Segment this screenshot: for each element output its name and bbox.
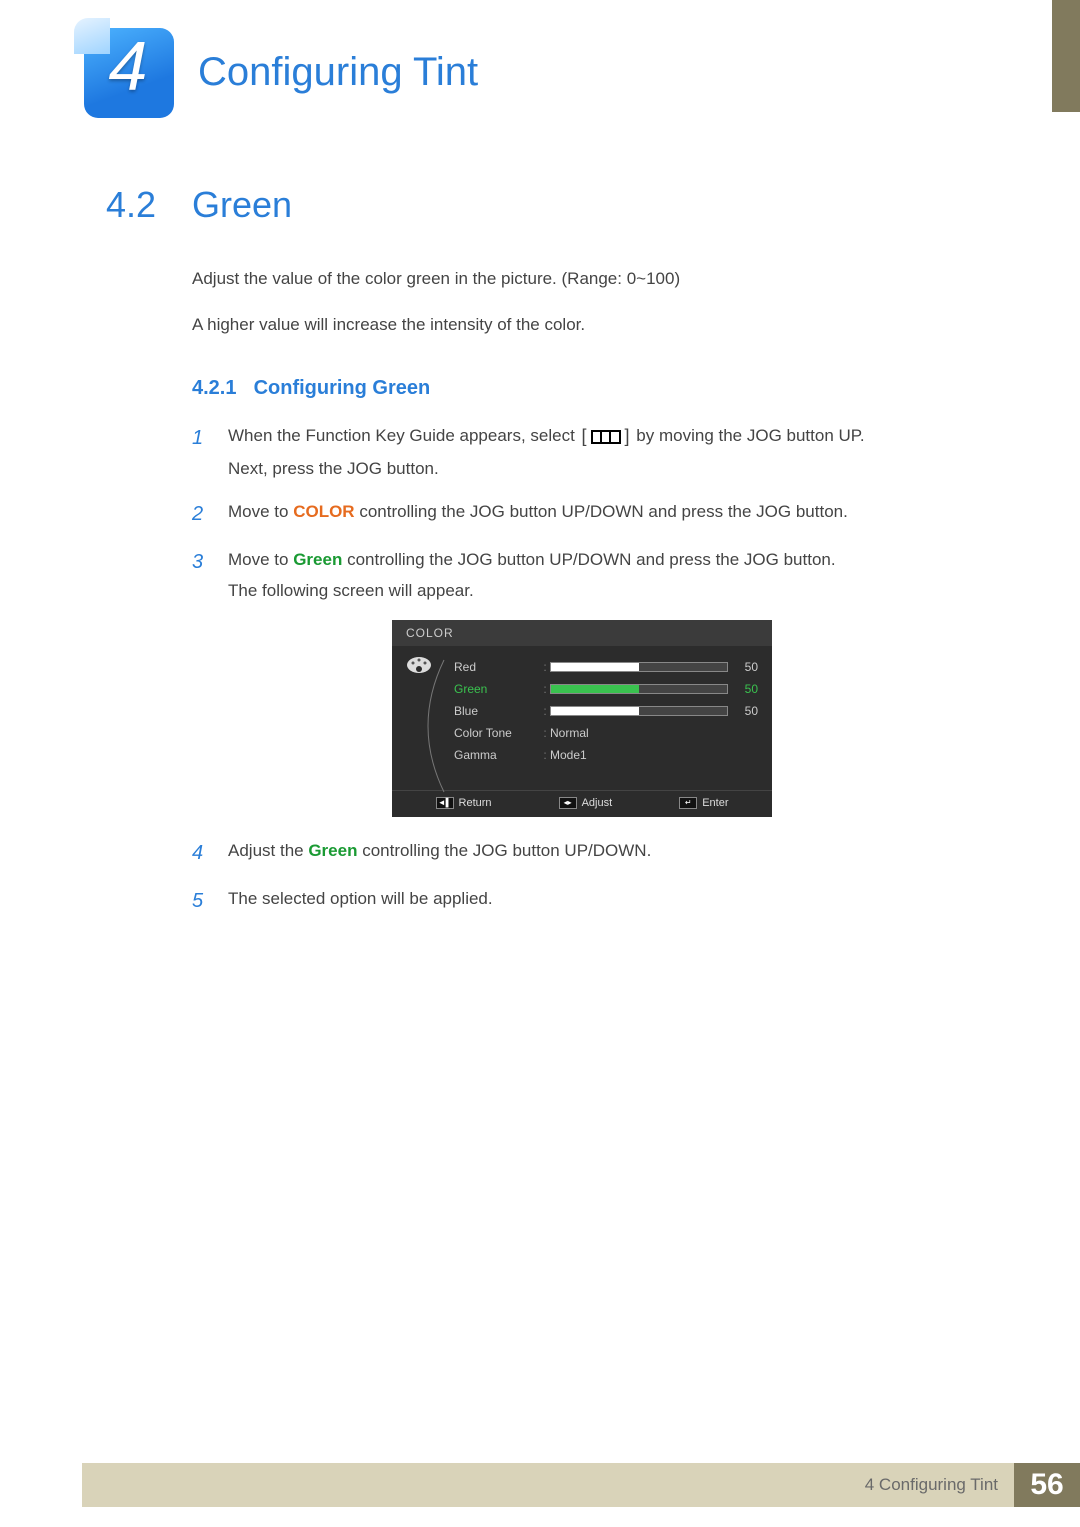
slider-green <box>550 684 728 694</box>
highlight-color: COLOR <box>293 502 354 521</box>
step-number: 1 <box>192 422 228 482</box>
osd-row-blue: Blue : 50 <box>454 700 758 722</box>
page-number: 56 <box>1014 1463 1080 1507</box>
step-text: controlling the JOG button UP/DOWN. <box>362 841 651 860</box>
step-text: Adjust the <box>228 841 308 860</box>
osd-side-graphic <box>406 656 446 766</box>
osd-row-gamma: Gamma : Mode1 <box>454 744 758 766</box>
adjust-icon: ◂▸ <box>559 797 577 809</box>
section-number: 4.2 <box>106 184 192 226</box>
chapter-number: 4 <box>78 26 178 106</box>
step-text: controlling the JOG button UP/DOWN and p… <box>359 502 848 521</box>
step-number: 3 <box>192 546 228 604</box>
step-text: The following screen will appear. <box>228 577 990 604</box>
step: 3 Move to Green controlling the JOG butt… <box>192 546 990 604</box>
step-text: Next, press the JOG button. <box>228 455 990 482</box>
intro-line: Adjust the value of the color green in t… <box>192 266 990 292</box>
highlight-green: Green <box>293 550 342 569</box>
enter-icon: ↵ <box>679 797 697 809</box>
section-intro: Adjust the value of the color green in t… <box>192 266 990 337</box>
subsection-title: Configuring Green <box>254 377 431 399</box>
step-number: 2 <box>192 498 228 530</box>
osd-menu: COLOR Red <box>392 620 772 817</box>
palette-icon <box>406 656 432 674</box>
step: 5 The selected option will be applied. <box>192 885 990 917</box>
step-text: Move to <box>228 502 293 521</box>
section-title: Green <box>192 184 292 226</box>
footer-chapter-ref: 4 Configuring Tint <box>865 1475 998 1495</box>
osd-row-red: Red : 50 <box>454 656 758 678</box>
slider-red <box>550 662 728 672</box>
osd-title: COLOR <box>392 620 772 646</box>
step-text: When the Function Key Guide appears, sel… <box>228 426 580 445</box>
section-heading: 4.2 Green <box>106 184 990 226</box>
chapter-title: Configuring Tint <box>198 50 478 95</box>
menu-icon: [] <box>580 422 632 451</box>
chapter-badge: 4 <box>78 22 178 122</box>
header-stripe <box>1052 0 1080 112</box>
osd-footer: ◄▌Return ◂▸Adjust ↵Enter <box>392 790 772 809</box>
osd-row-green: Green : 50 <box>454 678 758 700</box>
intro-line: A higher value will increase the intensi… <box>192 312 990 338</box>
step-text: The selected option will be applied. <box>228 889 493 908</box>
page-footer: 4 Configuring Tint 56 <box>82 1463 1080 1507</box>
slider-blue <box>550 706 728 716</box>
chapter-header: 4 Configuring Tint <box>78 22 478 122</box>
step-text: Move to <box>228 550 293 569</box>
step: 1 When the Function Key Guide appears, s… <box>192 422 990 482</box>
step-number: 4 <box>192 837 228 869</box>
subsection-heading: 4.2.1 Configuring Green <box>192 377 990 400</box>
step: 4 Adjust the Green controlling the JOG b… <box>192 837 990 869</box>
step-number: 5 <box>192 885 228 917</box>
step-text: by moving the JOG button UP. <box>636 426 864 445</box>
step-text: controlling the JOG button UP/DOWN and p… <box>347 550 836 569</box>
highlight-green: Green <box>308 841 357 860</box>
osd-row-tone: Color Tone : Normal <box>454 722 758 744</box>
return-icon: ◄▌ <box>436 797 454 809</box>
step: 2 Move to COLOR controlling the JOG butt… <box>192 498 990 530</box>
subsection-number: 4.2.1 <box>192 377 248 400</box>
